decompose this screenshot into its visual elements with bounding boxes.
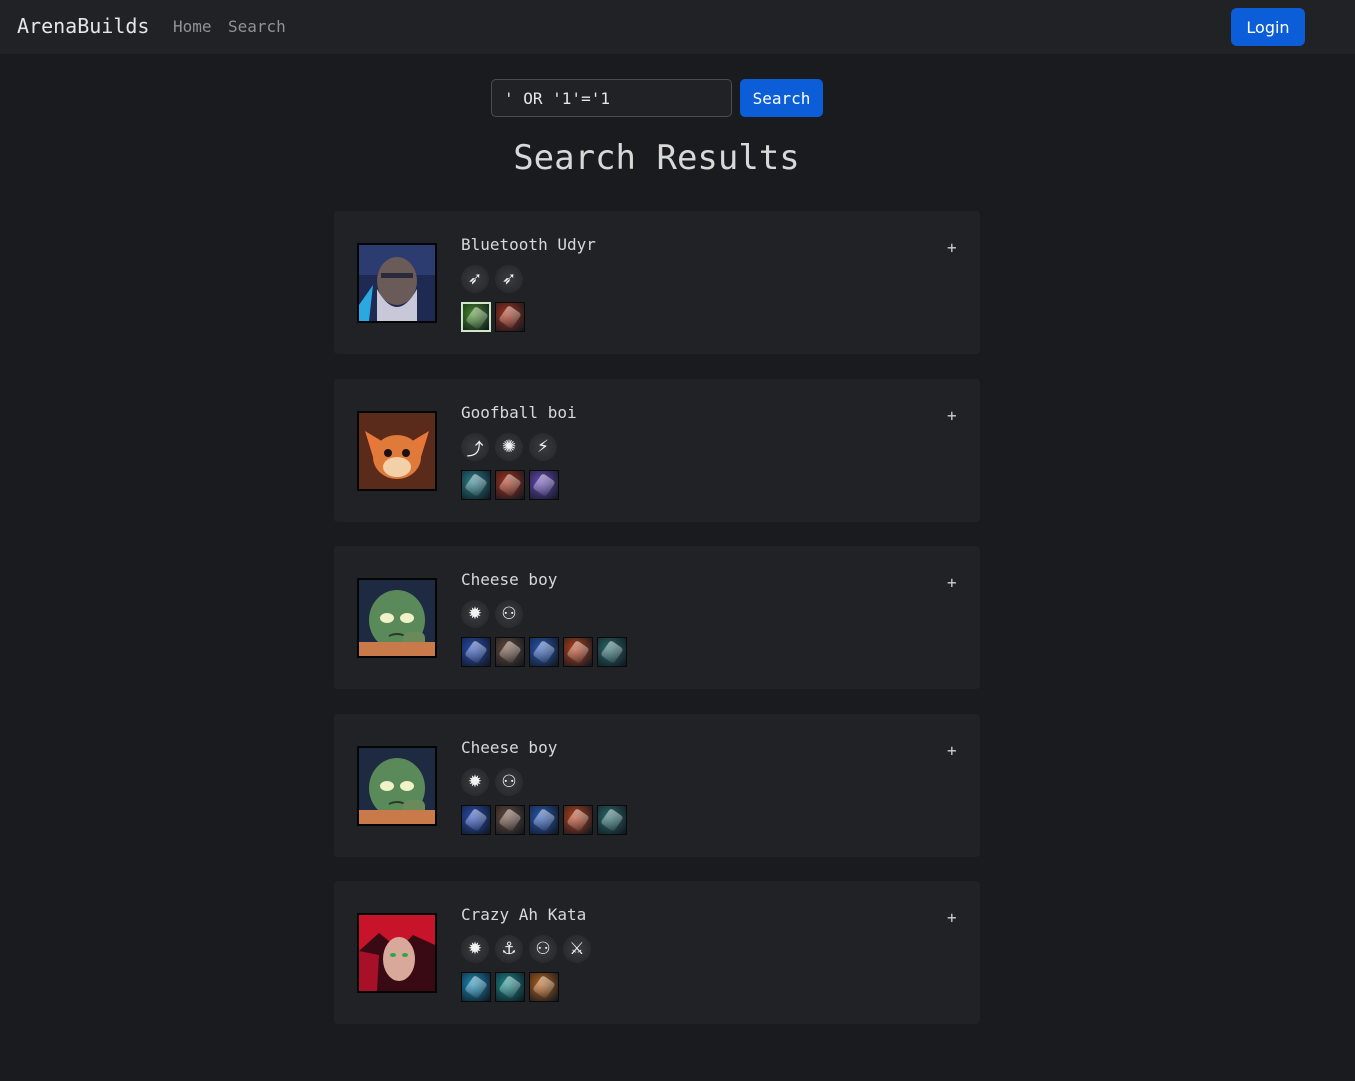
item-list (461, 972, 559, 1002)
item-icon (461, 972, 491, 1002)
bow-arrow-icon: ➶ (461, 265, 489, 293)
navbar: ArenaBuilds Home Search Login (0, 0, 1355, 54)
item-icon (495, 972, 525, 1002)
build-card[interactable]: Crazy Ah Kata + ✹ ⚓ ⚇ ⚔ (334, 881, 980, 1024)
item-list (461, 805, 627, 835)
brand-logo[interactable]: ArenaBuilds (17, 14, 149, 38)
augment-list: ⤴ ✺ ⚡ (461, 433, 557, 461)
nav-link-search[interactable]: Search (228, 17, 286, 36)
claw-icon: ⚡ (529, 433, 557, 461)
build-name[interactable]: Crazy Ah Kata (461, 905, 586, 924)
augment-list: ➶ ➶ (461, 265, 523, 293)
sword-icon: ⚔ (563, 935, 591, 963)
item-icon (495, 637, 525, 667)
item-icon (529, 637, 559, 667)
build-card[interactable]: Cheese boy + ✹ ⚇ (334, 714, 980, 857)
people-icon: ⚇ (529, 935, 557, 963)
item-icon (529, 805, 559, 835)
item-icon (461, 302, 491, 332)
build-card[interactable]: Cheese boy + ✹ ⚇ (334, 546, 980, 689)
item-icon (597, 805, 627, 835)
augment-list: ✹ ⚇ (461, 600, 523, 628)
anchor-gear-icon: ⚓ (495, 935, 523, 963)
augment-list: ✹ ⚇ (461, 768, 523, 796)
item-icon (461, 470, 491, 500)
build-name[interactable]: Goofball boi (461, 403, 577, 422)
champion-portrait-katarina (357, 913, 437, 993)
item-icon (529, 972, 559, 1002)
gear-icon: ✹ (461, 768, 489, 796)
item-list (461, 302, 525, 332)
people-icon: ⚇ (495, 600, 523, 628)
build-name[interactable]: Cheese boy (461, 570, 557, 589)
build-name[interactable]: Bluetooth Udyr (461, 235, 596, 254)
item-icon (495, 470, 525, 500)
gear-burst-icon: ✺ (495, 433, 523, 461)
split-arrow-icon: ⤴ (461, 433, 489, 461)
champion-portrait-amumu (357, 578, 437, 658)
expand-plus-button[interactable]: + (947, 238, 957, 257)
page-title: Search Results (513, 138, 800, 178)
expand-plus-button[interactable]: + (947, 908, 957, 927)
champion-portrait-gnar (357, 411, 437, 491)
augment-list: ✹ ⚓ ⚇ ⚔ (461, 935, 591, 963)
champion-portrait-amumu (357, 746, 437, 826)
expand-plus-button[interactable]: + (947, 573, 957, 592)
login-button[interactable]: Login (1231, 8, 1305, 46)
champion-portrait-udyr (357, 243, 437, 323)
gear-icon: ✹ (461, 600, 489, 628)
item-icon (461, 805, 491, 835)
build-name[interactable]: Cheese boy (461, 738, 557, 757)
search-input[interactable] (491, 79, 732, 117)
item-icon (495, 302, 525, 332)
expand-plus-button[interactable]: + (947, 406, 957, 425)
item-list (461, 470, 559, 500)
item-icon (495, 805, 525, 835)
item-icon (597, 637, 627, 667)
item-icon (529, 470, 559, 500)
item-list (461, 637, 627, 667)
item-icon (563, 805, 593, 835)
build-card[interactable]: Bluetooth Udyr + ➶ ➶ (334, 211, 980, 354)
item-icon (563, 637, 593, 667)
nav-link-home[interactable]: Home (173, 17, 212, 36)
people-icon: ⚇ (495, 768, 523, 796)
item-icon (461, 637, 491, 667)
bow-arrow-icon: ➶ (495, 265, 523, 293)
gear-icon: ✹ (461, 935, 489, 963)
build-card[interactable]: Goofball boi + ⤴ ✺ ⚡ (334, 379, 980, 522)
expand-plus-button[interactable]: + (947, 741, 957, 760)
search-button[interactable]: Search (740, 79, 823, 117)
